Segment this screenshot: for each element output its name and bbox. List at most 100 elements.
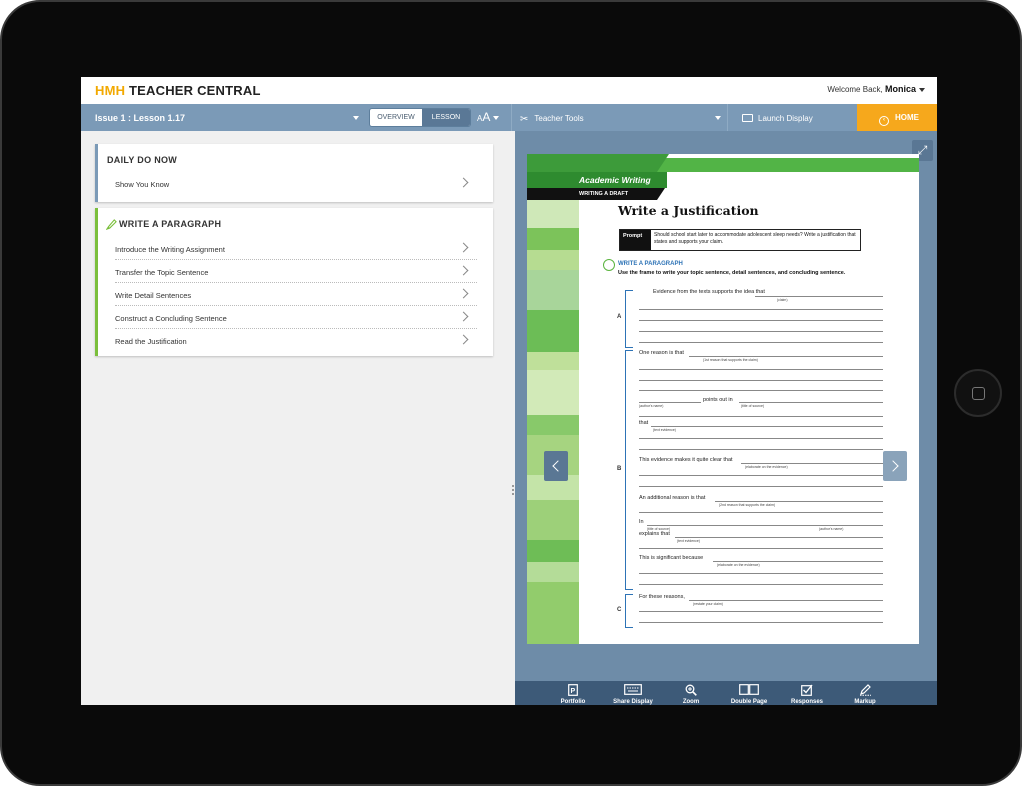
back-circle-icon: ‹ xyxy=(879,116,889,126)
zoom-button[interactable]: Zoom xyxy=(661,681,721,705)
frame-caption: (text evidence) xyxy=(677,539,700,543)
user-menu[interactable]: Welcome Back, Monica xyxy=(827,84,925,94)
write-paragraph-instructions: Use the frame to write your topic senten… xyxy=(618,270,846,276)
toggle-overview[interactable]: OVERVIEW xyxy=(370,109,422,126)
frame-text: This evidence makes it quite clear that xyxy=(639,457,733,463)
chevron-down-icon xyxy=(715,116,721,120)
daily-do-now-card: DAILY DO NOW Show You Know xyxy=(95,144,493,202)
list-item[interactable]: Write Detail Sentences xyxy=(115,283,477,306)
svg-text:P: P xyxy=(571,688,576,695)
write-line xyxy=(639,309,883,310)
list-item[interactable]: Read the Justification xyxy=(115,329,477,352)
frame-caption: (title of source) xyxy=(741,404,765,408)
write-line xyxy=(639,512,883,513)
section-letter: C xyxy=(617,607,622,613)
frame-text: One reason is that xyxy=(639,350,684,356)
chevron-right-icon xyxy=(458,288,469,299)
decorative-green-strip xyxy=(527,200,579,644)
lesson-pane: DAILY DO NOW Show You Know WRITE A PARAG… xyxy=(81,131,515,705)
bracket-b xyxy=(625,350,633,590)
write-line xyxy=(651,426,883,427)
frame-caption: (elaborate on the evidence) xyxy=(717,563,760,567)
write-paragraph-title: WRITE A PARAGRAPH xyxy=(618,261,683,267)
chevron-right-icon xyxy=(458,242,469,253)
frame-text: For these reasons, xyxy=(639,594,685,600)
nav-bar: Issue 1 : Lesson 1.17 OVERVIEW LESSON AA… xyxy=(81,104,937,131)
write-line xyxy=(741,463,883,464)
frame-caption: (author's name) xyxy=(819,527,844,531)
pencil-icon xyxy=(106,219,117,230)
frame-caption: (restate your claim) xyxy=(693,602,723,606)
chevron-down-icon xyxy=(493,115,500,120)
list-item[interactable]: Show You Know xyxy=(115,172,477,195)
monitor-icon xyxy=(742,114,753,122)
double-page-icon xyxy=(719,684,779,698)
list-item[interactable]: Transfer the Topic Sentence xyxy=(115,260,477,283)
launch-display-button[interactable]: Launch Display xyxy=(727,104,857,131)
responses-button[interactable]: Responses xyxy=(777,681,837,705)
prompt-label: Prompt xyxy=(620,230,651,250)
markup-button[interactable]: Markup xyxy=(835,681,895,705)
lesson-label: Issue 1 : Lesson 1.17 xyxy=(95,113,186,123)
list-item[interactable]: Introduce the Writing Assignment xyxy=(115,237,477,260)
list-item[interactable]: Construct a Concluding Sentence xyxy=(115,306,477,329)
subsection-label: WRITING A DRAFT xyxy=(527,188,665,200)
page-heading: Write a Justification xyxy=(618,203,759,218)
write-line xyxy=(639,320,883,321)
share-display-button[interactable]: Share Display xyxy=(603,681,663,705)
write-line xyxy=(639,475,883,476)
frame-caption: (2nd reason that supports the claim) xyxy=(719,503,776,507)
chevron-right-icon xyxy=(458,177,469,188)
bracket-a xyxy=(625,290,633,348)
frame-caption: (text evidence) xyxy=(653,428,676,432)
card-title: DAILY DO NOW xyxy=(107,155,178,165)
write-line xyxy=(675,537,883,538)
app-logo[interactable]: HMH TEACHER CENTRAL xyxy=(95,83,261,98)
write-line xyxy=(755,296,883,297)
frame-caption: (claim) xyxy=(777,298,788,302)
prompt-text: Should school start later to accommodate… xyxy=(654,232,856,245)
write-line xyxy=(739,402,883,403)
write-line xyxy=(639,342,883,343)
page-viewer: ⤢ Academic Writing WRITING A DRAFT Write… xyxy=(515,131,937,681)
write-line xyxy=(689,600,883,601)
frame-text: points out in xyxy=(703,397,733,403)
write-line xyxy=(639,449,883,450)
write-line xyxy=(639,584,883,585)
section-letter: A xyxy=(617,314,622,320)
portfolio-icon: P xyxy=(543,684,603,698)
write-line xyxy=(639,390,883,391)
home-button[interactable]: ‹ HOME xyxy=(857,104,937,131)
portfolio-button[interactable]: P Portfolio xyxy=(543,681,603,705)
keyboard-display-icon xyxy=(603,684,663,698)
pencil-circle-icon xyxy=(603,259,615,271)
write-line xyxy=(639,331,883,332)
frame-caption: (1st reason that supports the claim) xyxy=(703,358,758,362)
bracket-c xyxy=(625,594,633,628)
bottom-toolbar: P Portfolio Share Display Zoom Double Pa… xyxy=(515,681,937,705)
write-line xyxy=(639,611,883,612)
hardware-home-button[interactable] xyxy=(954,369,1002,417)
user-name: Monica xyxy=(884,84,916,94)
section-letter: B xyxy=(617,466,622,472)
chevron-down-icon xyxy=(919,87,925,92)
frame-text: An additional reason is that xyxy=(639,495,706,501)
double-page-button[interactable]: Double Page xyxy=(719,681,779,705)
next-page-button[interactable] xyxy=(883,451,907,481)
chevron-left-icon xyxy=(552,460,564,472)
frame-text: that xyxy=(639,420,649,426)
font-size-button[interactable]: AA xyxy=(477,110,500,124)
chevron-right-icon xyxy=(458,265,469,276)
home-square-icon xyxy=(972,387,985,400)
teacher-tools-menu[interactable]: ✂ Teacher Tools xyxy=(511,104,727,131)
write-line xyxy=(647,525,883,526)
toggle-lesson[interactable]: LESSON xyxy=(422,109,470,126)
chevron-down-icon xyxy=(353,116,359,120)
chevron-right-icon xyxy=(458,334,469,345)
previous-page-button[interactable] xyxy=(544,451,568,481)
write-line xyxy=(639,622,883,623)
write-line xyxy=(639,416,883,417)
frame-text: This is significant because xyxy=(639,555,704,561)
tools-icon: ✂ xyxy=(520,114,529,125)
lesson-selector[interactable]: Issue 1 : Lesson 1.17 xyxy=(81,104,365,131)
